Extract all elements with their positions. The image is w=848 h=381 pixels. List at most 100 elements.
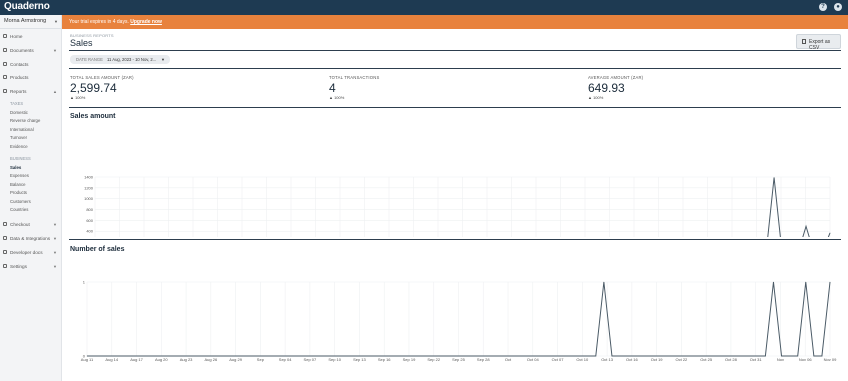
sidebar-subitem-balance[interactable]: Balance — [10, 182, 26, 187]
stat-average-amount: AVERAGE AMOUNT (ZAR) 649.93 ▲ 100% — [588, 75, 643, 100]
sidebar-item-checkout[interactable]: Checkout ▼ — [0, 220, 62, 230]
data-point — [805, 281, 807, 283]
data-point — [86, 355, 88, 357]
data-point — [603, 281, 605, 283]
y-tick-label: 1400 — [84, 174, 94, 179]
y-tick-label: 1 — [83, 279, 86, 284]
divider — [69, 107, 841, 108]
sidebar-item-documents[interactable]: Documents ▼ — [0, 46, 62, 56]
sidebar: Morna Armstrong ▼ Home Documents ▼ Conta… — [0, 15, 62, 381]
sidebar-subitem-turnover[interactable]: Turnover — [10, 135, 27, 140]
sales-amount-title: Sales amount — [70, 113, 116, 120]
sidebar-subitem-reverse-charge[interactable]: Reverse charge — [10, 118, 40, 123]
documents-icon — [3, 48, 7, 52]
sidebar-item-label: Settings — [10, 264, 27, 269]
y-tick-label: 1000 — [84, 196, 94, 201]
data-point — [611, 355, 613, 357]
app-logo[interactable]: Quaderno — [4, 1, 50, 12]
x-tick-label: Oct 13 — [601, 357, 614, 362]
x-tick-label: Sep 13 — [353, 357, 366, 362]
x-tick-label: Sep 16 — [378, 357, 391, 362]
x-tick-label: Oct 28 — [725, 357, 738, 362]
sidebar-item-settings[interactable]: Settings ▼ — [0, 262, 62, 272]
x-tick-label: Aug 17 — [130, 357, 143, 362]
main-content: BUSINESS REPORTS Sales Export as CSV DAT… — [62, 29, 848, 381]
divider — [69, 68, 841, 69]
x-tick-label: Oct 16 — [626, 357, 639, 362]
stat-total-sales: TOTAL SALES AMOUNT (ZAR) 2,599.74 ▲ 100% — [70, 75, 134, 100]
account-switcher[interactable]: Morna Armstrong ▼ — [0, 15, 62, 29]
home-icon — [3, 34, 7, 38]
x-tick-label: Sep 07 — [304, 357, 317, 362]
date-range-label: DATE RANGE — [76, 57, 103, 62]
stat-total-transactions: TOTAL TRANSACTIONS 4 ▲ 100% — [329, 75, 379, 100]
contacts-icon — [3, 62, 7, 66]
integrations-icon — [3, 236, 7, 240]
stat-value: 2,599.74 — [70, 81, 117, 95]
x-tick-label: Oct 10 — [576, 357, 589, 362]
stat-change: ▲ 100% — [70, 95, 86, 100]
stat-label: TOTAL TRANSACTIONS — [329, 75, 380, 80]
y-tick-label: 800 — [86, 207, 93, 212]
y-tick-label: 600 — [86, 218, 93, 223]
sidebar-item-home[interactable]: Home — [0, 32, 62, 42]
x-tick-label: Aug 23 — [180, 357, 193, 362]
data-point — [813, 355, 815, 357]
stat-label: AVERAGE AMOUNT (ZAR) — [588, 75, 644, 80]
data-point — [805, 226, 807, 227]
x-tick-label: Aug 14 — [105, 357, 118, 362]
user-icon[interactable]: ● — [834, 3, 842, 11]
chevron-up-icon: ▲ — [53, 89, 57, 94]
sidebar-subitem-domestic[interactable]: Domestic — [10, 110, 28, 115]
help-icon[interactable]: ? — [819, 3, 827, 11]
stat-value: 4 — [329, 81, 336, 95]
y-tick-label: 1200 — [84, 185, 94, 190]
y-tick-label: 400 — [86, 229, 93, 234]
sidebar-subitem-products[interactable]: Products — [10, 190, 27, 195]
sidebar-item-developer-docs[interactable]: Developer docs ▼ — [0, 248, 62, 258]
sidebar-subitem-international[interactable]: International — [10, 127, 34, 132]
sidebar-item-label: Developer docs — [10, 250, 43, 255]
sales-amount-chart: 0200400600800100012001400Aug 11Aug 14Aug… — [84, 174, 831, 237]
sidebar-item-reports[interactable]: Reports ▲ — [0, 87, 62, 97]
chevron-down-icon: ▼ — [54, 19, 58, 24]
data-point — [829, 281, 831, 283]
sidebar-subitem-expenses[interactable]: Expenses — [10, 173, 29, 178]
x-tick-label: Oct 19 — [651, 357, 664, 362]
x-tick-label: Oct 04 — [527, 357, 540, 362]
sidebar-item-products[interactable]: Products — [0, 73, 62, 83]
sidebar-subitem-evidence[interactable]: Evidence — [10, 144, 28, 149]
trial-banner: Your trial expires in 4 days. Upgrade no… — [62, 15, 848, 29]
sidebar-subitem-sales[interactable]: Sales — [10, 165, 21, 170]
reports-business-heading: BUSINESS — [10, 156, 31, 161]
data-point — [595, 355, 597, 357]
export-csv-button[interactable]: Export as CSV — [796, 34, 841, 51]
number-of-sales-title: Number of sales — [70, 246, 125, 253]
checkout-icon — [3, 222, 7, 226]
chevron-down-icon: ▼ — [53, 222, 57, 227]
upgrade-link[interactable]: Upgrade now — [130, 19, 162, 25]
data-point — [821, 355, 823, 357]
trial-message: Your trial expires in 4 days. — [69, 19, 129, 25]
stat-label: TOTAL SALES AMOUNT (ZAR) — [70, 75, 134, 80]
sidebar-subitem-customers[interactable]: Customers — [10, 199, 31, 204]
x-tick-label: Aug 20 — [155, 357, 168, 362]
sidebar-item-integrations[interactable]: Data & Integrations ▼ — [0, 234, 62, 244]
chevron-down-icon: ▼ — [53, 250, 57, 255]
reports-icon — [3, 89, 7, 93]
sidebar-subitem-countries[interactable]: Countries — [10, 207, 28, 212]
developer-icon — [3, 250, 7, 254]
x-tick-label: Nov 09 — [824, 357, 837, 362]
date-range-filter[interactable]: DATE RANGE 11 Aug, 2023 - 10 Nov, 2... ▼ — [70, 55, 170, 64]
sidebar-item-contacts[interactable]: Contacts — [0, 60, 62, 70]
file-icon — [802, 39, 806, 44]
top-bar: Quaderno ? ● — [0, 0, 848, 15]
products-icon — [3, 75, 7, 79]
data-point — [797, 355, 798, 357]
chevron-down-icon: ▼ — [53, 48, 57, 53]
date-range-value: 11 Aug, 2023 - 10 Nov, 2... — [107, 57, 157, 62]
x-tick-label: Nov — [777, 357, 784, 362]
reports-taxes-heading: TAXES — [10, 101, 24, 106]
settings-icon — [3, 264, 7, 268]
chevron-down-icon: ▼ — [161, 57, 165, 62]
